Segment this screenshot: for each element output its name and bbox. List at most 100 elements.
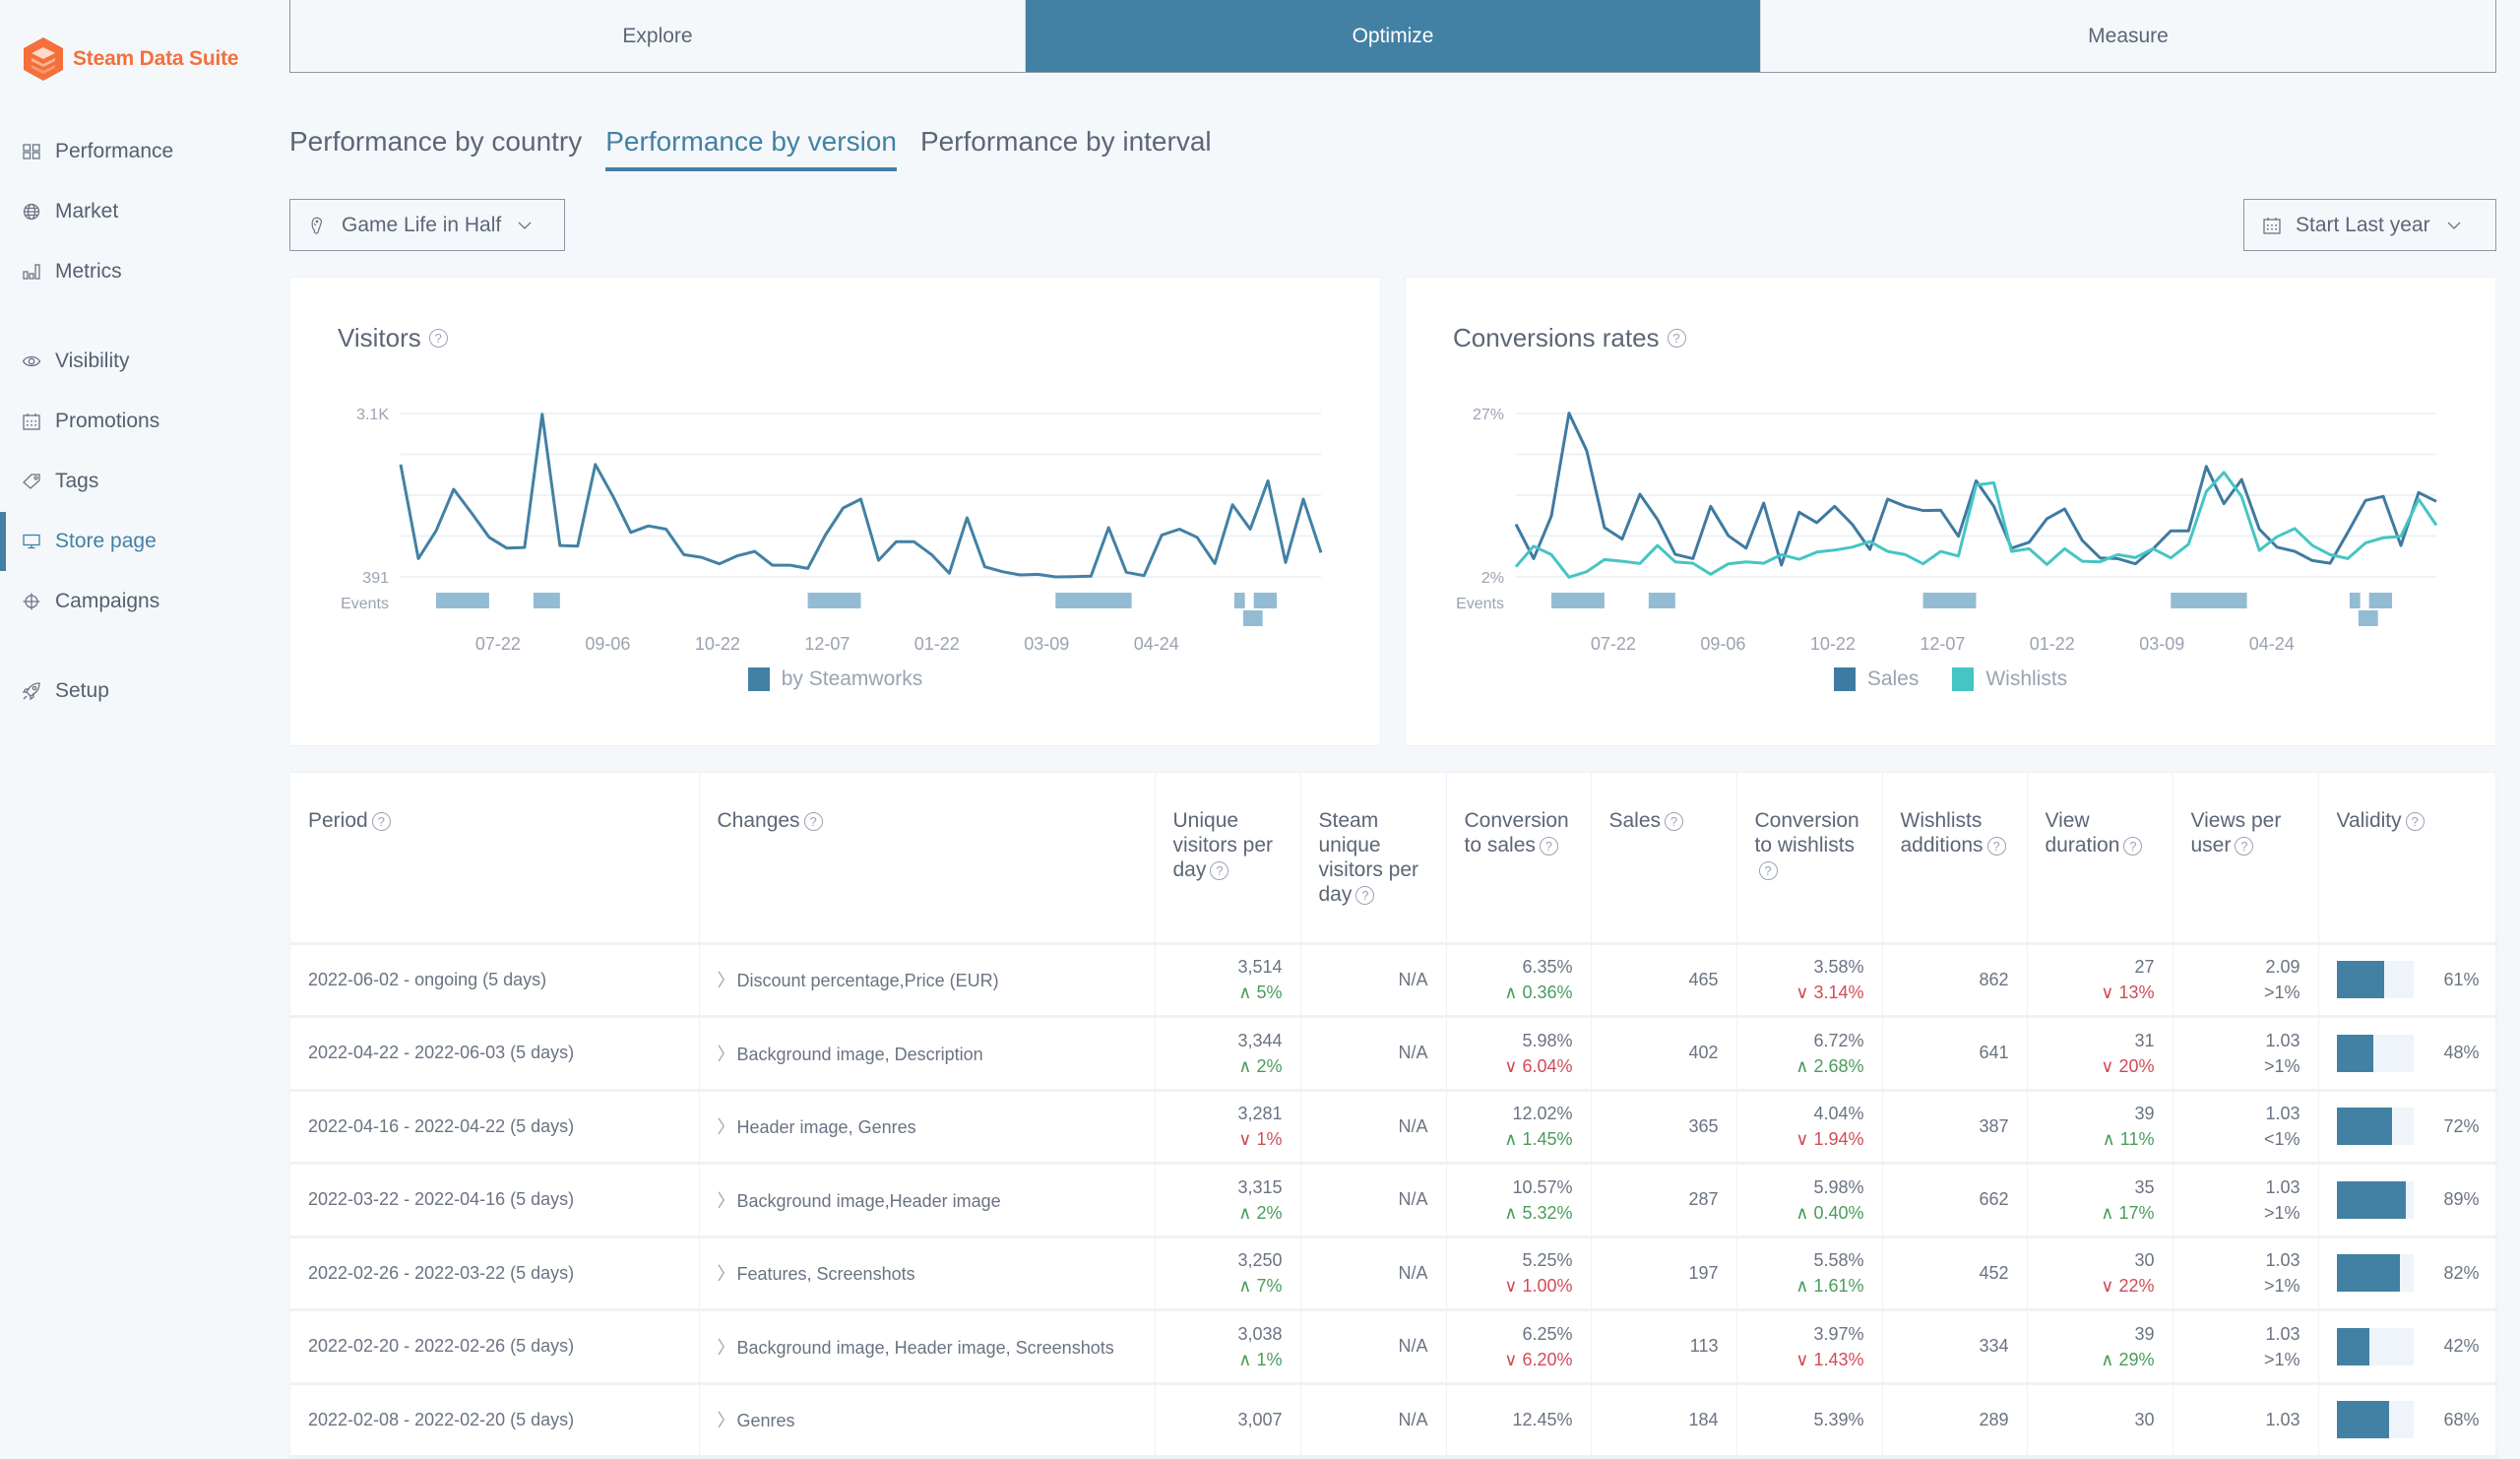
view-duration-cell: 31 ∨ 20% xyxy=(2027,1017,2173,1091)
event-bar[interactable] xyxy=(808,593,861,608)
sidebar-item-tags[interactable]: Tags xyxy=(0,460,285,503)
legend-item[interactable]: Wishlists xyxy=(1952,667,2067,691)
subtab-performance-by-interval[interactable]: Performance by interval xyxy=(920,126,1212,171)
conversion-wishlists-value: 5.39% xyxy=(1755,1407,1864,1432)
event-bar[interactable] xyxy=(1254,593,1277,608)
help-icon[interactable]: ? xyxy=(1665,812,1683,831)
event-bar[interactable] xyxy=(436,593,489,608)
tab-optimize[interactable]: Optimize xyxy=(1025,0,1760,72)
steam-unique-visitors-cell: N/A xyxy=(1300,1017,1446,1091)
table-row[interactable]: 2022-06-02 - ongoing (5 days) 〉Discount … xyxy=(290,943,2497,1017)
sidebar-item-store-page[interactable]: Store page xyxy=(0,520,285,563)
help-icon[interactable]: ? xyxy=(804,812,823,831)
chevron-right-icon[interactable]: 〉 xyxy=(718,1411,735,1430)
column-header-view-duration[interactable]: View duration? xyxy=(2027,773,2173,943)
changes-cell[interactable]: 〉Background image,Header image xyxy=(699,1164,1155,1237)
table-row[interactable]: 2022-04-22 - 2022-06-03 (5 days) 〉Backgr… xyxy=(290,1017,2497,1091)
y-tick-label: 2% xyxy=(1481,570,1504,587)
help-icon[interactable]: ? xyxy=(1355,886,1374,905)
legend-label: by Steamworks xyxy=(782,667,923,691)
wishlists-additions-cell: 334 xyxy=(1882,1310,2027,1384)
event-bar[interactable] xyxy=(2369,593,2392,608)
conversion-sales-value: 12.45% xyxy=(1465,1407,1573,1432)
table-row[interactable]: 2022-02-26 - 2022-03-22 (5 days) 〉Featur… xyxy=(290,1237,2497,1310)
column-header-unique-visitors[interactable]: Unique visitors per day? xyxy=(1155,773,1300,943)
column-header-views-per-user[interactable]: Views per user? xyxy=(2173,773,2318,943)
column-header-wishlists-additions[interactable]: Wishlists additions? xyxy=(1882,773,2027,943)
help-icon[interactable]: ? xyxy=(2406,812,2425,831)
event-bar[interactable] xyxy=(2350,593,2361,608)
y-tick-label: 3.1K xyxy=(356,407,389,423)
changes-cell[interactable]: 〉Header image, Genres xyxy=(699,1090,1155,1164)
column-header-changes[interactable]: Changes? xyxy=(699,773,1155,943)
legend-item[interactable]: Sales xyxy=(1834,667,1920,691)
event-bar[interactable] xyxy=(1055,593,1131,608)
column-header-period[interactable]: Period? xyxy=(290,773,699,943)
table-row[interactable]: 2022-03-22 - 2022-04-16 (5 days) 〉Backgr… xyxy=(290,1164,2497,1237)
chevron-right-icon[interactable]: 〉 xyxy=(718,971,735,990)
chevron-right-icon[interactable]: 〉 xyxy=(718,1191,735,1211)
sidebar-item-metrics[interactable]: Metrics xyxy=(0,250,285,293)
changes-cell[interactable]: 〉Discount percentage,Price (EUR) xyxy=(699,943,1155,1017)
column-header-validity[interactable]: Validity? xyxy=(2318,773,2497,943)
legend-item[interactable]: by Steamworks xyxy=(748,667,923,691)
views-per-user-sub: <1% xyxy=(2191,1126,2300,1152)
arrow-up-icon: ∧ xyxy=(2101,1350,2118,1369)
event-bar[interactable] xyxy=(1243,610,1263,626)
sidebar-item-label: Performance xyxy=(55,140,173,163)
tab-measure[interactable]: Measure xyxy=(1760,0,2495,72)
event-bar[interactable] xyxy=(1649,593,1675,608)
table-row[interactable]: 2022-04-16 - 2022-04-22 (5 days) 〉Header… xyxy=(290,1090,2497,1164)
game-select[interactable]: Game Life in Half xyxy=(289,199,565,251)
sidebar-item-setup[interactable]: Setup xyxy=(0,669,285,713)
changes-cell[interactable]: 〉Genres xyxy=(699,1383,1155,1457)
validity-bar xyxy=(2337,1401,2415,1438)
table-row[interactable]: 2022-02-08 - 2022-02-20 (5 days) 〉Genres… xyxy=(290,1383,2497,1457)
chevron-right-icon[interactable]: 〉 xyxy=(718,1117,735,1137)
calendar-icon xyxy=(22,412,41,431)
sidebar-item-label: Tags xyxy=(55,470,98,493)
column-header-conversion-sales[interactable]: Conversion to sales? xyxy=(1446,773,1591,943)
column-header-conversion-wishlists[interactable]: Conversion to wishlists? xyxy=(1736,773,1882,943)
subtab-performance-by-country[interactable]: Performance by country xyxy=(289,126,582,171)
table-row[interactable]: 2022-02-20 - 2022-02-26 (5 days) 〉Backgr… xyxy=(290,1310,2497,1384)
arrow-down-icon: ∨ xyxy=(1238,1129,1256,1149)
event-bar[interactable] xyxy=(534,593,560,608)
sidebar-item-performance[interactable]: Performance xyxy=(0,130,285,173)
unique-visitors-cell: 3,281 ∨ 1% xyxy=(1155,1090,1300,1164)
column-header-steam-unique-visitors[interactable]: Steam unique visitors per day? xyxy=(1300,773,1446,943)
subtab-performance-by-version[interactable]: Performance by version xyxy=(605,126,897,171)
changes-cell[interactable]: 〉Background image, Header image, Screens… xyxy=(699,1310,1155,1384)
chevron-right-icon[interactable]: 〉 xyxy=(718,1264,735,1284)
column-header-sales[interactable]: Sales? xyxy=(1591,773,1736,943)
event-bar[interactable] xyxy=(1551,593,1605,608)
help-icon[interactable]: ? xyxy=(2123,837,2142,856)
bar-chart-icon xyxy=(22,262,41,282)
sidebar-item-campaigns[interactable]: Campaigns xyxy=(0,580,285,623)
unique-visitors-value: 3,250 xyxy=(1173,1247,1283,1273)
changes-cell[interactable]: 〉Features, Screenshots xyxy=(699,1237,1155,1310)
event-bar[interactable] xyxy=(1234,593,1245,608)
help-icon[interactable]: ? xyxy=(1210,861,1228,880)
chevron-right-icon[interactable]: 〉 xyxy=(718,1045,735,1064)
help-icon[interactable]: ? xyxy=(372,812,391,831)
event-bar[interactable] xyxy=(2171,593,2246,608)
conversion-wishlists-cell: 3.97% ∨ 1.43% xyxy=(1736,1310,1882,1384)
tab-explore[interactable]: Explore xyxy=(290,0,1025,72)
help-icon[interactable]: ? xyxy=(2235,837,2253,856)
help-icon[interactable]: ? xyxy=(1987,837,2006,856)
date-range-select[interactable]: Start Last year xyxy=(2243,199,2496,251)
help-icon[interactable]: ? xyxy=(1540,837,1558,856)
changes-cell[interactable]: 〉Background image, Description xyxy=(699,1017,1155,1091)
series-line-wishlists[interactable] xyxy=(1516,473,2436,578)
chevron-right-icon[interactable]: 〉 xyxy=(718,1338,735,1358)
event-bar[interactable] xyxy=(2359,610,2378,626)
sidebar-item-promotions[interactable]: Promotions xyxy=(0,400,285,443)
chevron-down-icon xyxy=(2444,216,2464,235)
event-bar[interactable] xyxy=(1923,593,1977,608)
sidebar-item-visibility[interactable]: Visibility xyxy=(0,340,285,383)
help-icon[interactable]: ? xyxy=(1759,861,1778,880)
legend-swatch xyxy=(1952,667,1974,691)
sidebar-item-market[interactable]: Market xyxy=(0,190,285,233)
app-logo[interactable]: Steam Data Suite xyxy=(22,35,238,83)
